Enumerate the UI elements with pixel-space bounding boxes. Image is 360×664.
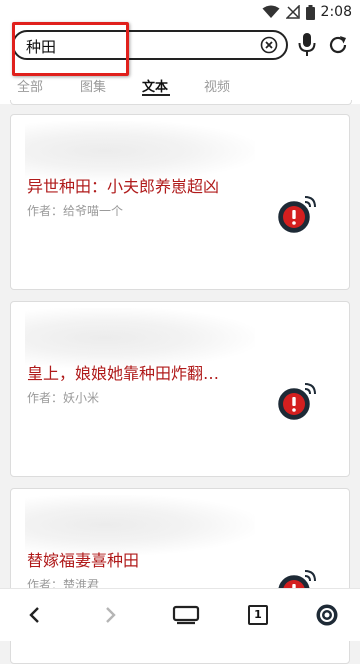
back-button[interactable] bbox=[21, 601, 49, 629]
result-title[interactable]: 皇上，娘娘她靠种田炸翻… bbox=[27, 360, 219, 384]
cover-placeholder bbox=[25, 121, 255, 181]
clear-search-icon[interactable] bbox=[260, 36, 278, 54]
result-card[interactable]: 异世种田：小夫郎养崽超凶 作者：给爷喵一个 bbox=[10, 114, 350, 290]
tab-all[interactable]: 全部 bbox=[17, 76, 43, 95]
status-bar: 2:08 bbox=[0, 0, 360, 24]
search-highlight-box bbox=[12, 22, 129, 76]
result-type-tabs: 全部 图集 文本 视频 bbox=[0, 72, 360, 100]
wifi-icon bbox=[262, 5, 280, 18]
window-icon bbox=[172, 605, 200, 625]
battery-icon bbox=[305, 4, 315, 20]
alert-badge-icon[interactable] bbox=[272, 192, 318, 238]
menu-button[interactable] bbox=[313, 601, 341, 629]
forward-button[interactable] bbox=[96, 601, 124, 629]
tab-text[interactable]: 文本 bbox=[142, 76, 168, 95]
tab-switcher-button[interactable]: 1 bbox=[244, 601, 272, 629]
cover-placeholder bbox=[25, 308, 255, 368]
signal-off-icon bbox=[285, 5, 300, 19]
tab-count-icon: 1 bbox=[248, 605, 268, 625]
active-tab-indicator bbox=[142, 94, 170, 96]
result-title[interactable]: 替嫁福妻喜种田 bbox=[27, 547, 139, 571]
result-author: 作者：妖小米 bbox=[27, 391, 100, 405]
result-author: 作者：给爷喵一个 bbox=[27, 204, 124, 218]
refresh-icon[interactable] bbox=[326, 33, 350, 57]
tab-video[interactable]: 视频 bbox=[204, 76, 230, 95]
status-time: 2:08 bbox=[320, 4, 352, 20]
result-card[interactable]: 皇上，娘娘她靠种田炸翻… 作者：妖小米 bbox=[10, 301, 350, 477]
app-logo-icon bbox=[316, 604, 338, 626]
forward-arrow-icon bbox=[106, 607, 116, 623]
bottom-nav: 1 bbox=[0, 588, 360, 641]
windows-button[interactable] bbox=[172, 601, 200, 629]
cover-placeholder bbox=[25, 495, 255, 555]
header-card-edge bbox=[10, 100, 352, 105]
microphone-icon[interactable] bbox=[297, 32, 317, 58]
result-title[interactable]: 异世种田：小夫郎养崽超凶 bbox=[27, 173, 219, 197]
back-arrow-icon bbox=[29, 607, 39, 623]
alert-badge-icon[interactable] bbox=[272, 379, 318, 425]
tab-images[interactable]: 图集 bbox=[80, 76, 106, 95]
